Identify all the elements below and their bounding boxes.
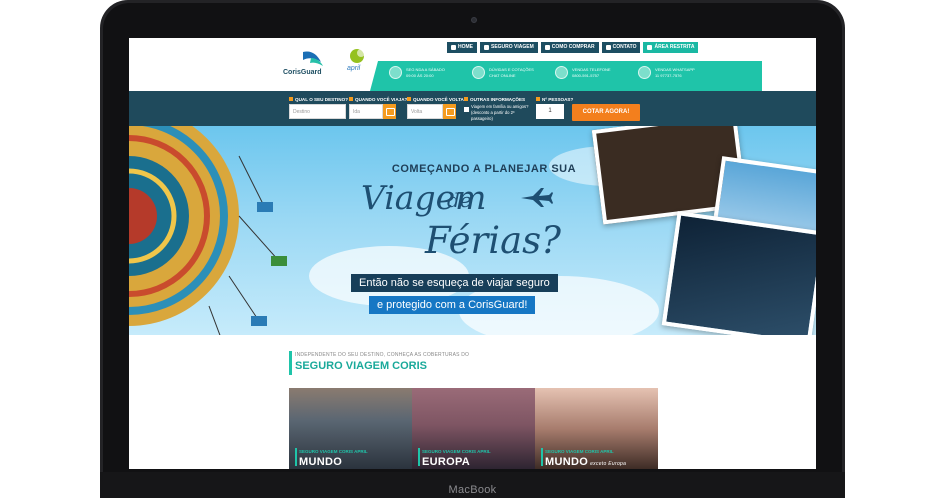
destino-label: QUAL O SEU DESTINO?	[289, 97, 348, 102]
contact-hours: SEG NDA A SÁBADO 09:00 ÀS 20:00	[389, 66, 452, 79]
calendar-icon[interactable]	[383, 104, 396, 119]
card-europa[interactable]: SEGURO VIAGEM CORIS APRIL EUROPA	[412, 388, 535, 469]
whatsapp-icon	[638, 66, 651, 79]
card-caption: SEGURO VIAGEM CORIS APRIL	[422, 449, 491, 454]
section-title: SEGURO VIAGEM CORIS	[295, 360, 428, 372]
airplane-icon	[521, 188, 553, 207]
pessoas-input[interactable]: 1	[536, 104, 564, 119]
nav-area-restrita[interactable]: ÁREA RESTRITA	[643, 42, 699, 53]
calendar-icon[interactable]	[443, 104, 456, 119]
fireworks-castle-photo	[661, 211, 816, 335]
cotar-agora-button[interactable]: COTAR AGORA!	[572, 104, 640, 121]
info-label: OUTRAS INFORMAÇÕES	[464, 97, 525, 102]
home-icon	[451, 45, 456, 50]
browser-screen: CorisGuard april HOME SEGURO VIAGEM COMO…	[129, 38, 816, 469]
volta-input[interactable]: Volta	[407, 104, 443, 119]
volta-label: QUANDO VOCÊ VOLTA?	[407, 97, 467, 102]
nav-home[interactable]: HOME	[447, 42, 477, 53]
quote-search-bar: QUAL O SEU DESTINO? Destino QUANDO VOCÊ …	[129, 91, 816, 126]
carousel-ride-image	[129, 126, 287, 335]
april-logo[interactable]: april	[335, 46, 379, 78]
contact-whatsapp[interactable]: VENDAS WHATSAPP 11 97737-7576	[638, 66, 701, 79]
contact-phone[interactable]: VENDAS TELEFONE 0800-591-5757	[555, 66, 618, 79]
ida-label: QUANDO VOCÊ VIAJA?	[349, 97, 407, 102]
chat-icon	[472, 66, 485, 79]
ida-input[interactable]: Ida	[349, 104, 383, 119]
banner-line1: COMEÇANDO A PLANEJAR SUA	[391, 163, 577, 175]
coris-logo-text: CorisGuard	[283, 69, 322, 76]
banner-tagline-2: e protegido com a CorisGuard!	[369, 296, 536, 314]
webcam	[471, 17, 477, 23]
plane-icon	[484, 45, 489, 50]
banner-ferias: Férias?	[425, 219, 561, 262]
section-subtitle: INDEPENDENTE DO SEU DESTINO, CONHEÇA AS …	[295, 352, 470, 358]
destino-input[interactable]: Destino	[289, 104, 346, 119]
contact-list: SEG NDA A SÁBADO 09:00 ÀS 20:00 DÚVIDAS E…	[389, 66, 701, 79]
cart-icon	[544, 45, 550, 50]
nav-como-comprar[interactable]: COMO COMPRAR	[540, 42, 599, 53]
nav-seguro-viagem[interactable]: SEGURO VIAGEM	[480, 42, 538, 53]
card-caption: SEGURO VIAGEM CORIS APRIL	[545, 449, 614, 454]
card-mundo-exceto-europa[interactable]: SEGURO VIAGEM CORIS APRIL MUNDO exceto Eu…	[535, 388, 658, 469]
april-logo-text: april	[347, 65, 361, 72]
section-accent	[289, 351, 292, 375]
coverage-cards: SEGURO VIAGEM CORIS APRIL MUNDO SEGURO V…	[289, 388, 658, 469]
lock-icon	[647, 45, 653, 50]
banner-de: de	[447, 188, 472, 212]
contact-chat[interactable]: DÚVIDAS E COTAÇÕES CHAT ONLINE	[472, 66, 535, 79]
top-nav: HOME SEGURO VIAGEM COMO COMPRAR CONTATO …	[447, 42, 699, 53]
corisguard-logo[interactable]: CorisGuard	[281, 48, 331, 78]
phone-icon	[555, 66, 568, 79]
card-title: MUNDO exceto Europa	[545, 456, 627, 468]
pessoas-label: Nº PESSOAS?	[536, 97, 573, 102]
card-caption: SEGURO VIAGEM CORIS APRIL	[299, 449, 368, 454]
card-title: MUNDO	[299, 456, 343, 468]
nav-contato[interactable]: CONTATO	[601, 42, 641, 53]
card-title: EUROPA	[422, 456, 471, 468]
hero-banner[interactable]: COMEÇANDO A PLANEJAR SUA Viagem de Féria…	[129, 126, 816, 335]
device-brand-label: MacBook	[448, 484, 497, 496]
card-mundo[interactable]: SEGURO VIAGEM CORIS APRIL MUNDO	[289, 388, 412, 469]
banner-tagline-1: Então não se esqueça de viajar seguro	[351, 274, 558, 292]
laptop-frame: CorisGuard april HOME SEGURO VIAGEM COMO…	[100, 0, 845, 498]
clock-icon	[389, 66, 402, 79]
mail-icon	[605, 45, 611, 50]
family-checkbox[interactable]	[464, 107, 469, 112]
family-checkbox-label: Viagem em família ou amigos? (desconto a…	[471, 104, 529, 121]
